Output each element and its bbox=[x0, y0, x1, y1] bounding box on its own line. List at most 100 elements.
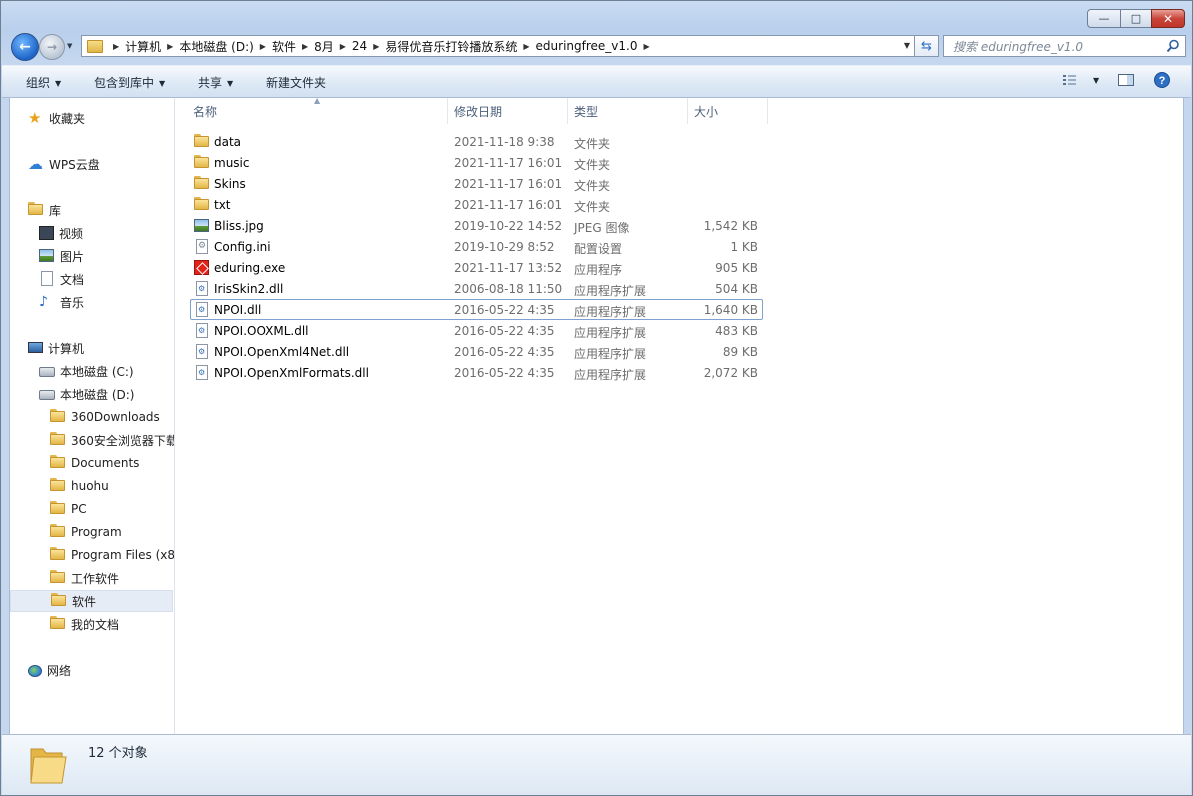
settings-file-icon bbox=[194, 239, 210, 255]
include-in-library-button[interactable]: 包含到库中 ▼ bbox=[94, 74, 165, 91]
new-folder-button[interactable]: 新建文件夹 bbox=[266, 74, 326, 91]
sidebar-item-label: Documents bbox=[71, 456, 140, 470]
forward-button[interactable]: → bbox=[39, 34, 65, 60]
minimize-button[interactable]: — bbox=[1087, 9, 1121, 28]
sidebar-item-videos[interactable]: 视频 bbox=[39, 222, 83, 244]
file-type: 应用程序扩展 bbox=[574, 347, 647, 361]
column-header-type[interactable]: 类型 bbox=[568, 98, 688, 124]
close-button[interactable]: ✕ bbox=[1151, 9, 1185, 28]
share-button[interactable]: 共享 ▼ bbox=[198, 74, 233, 91]
sidebar-item-drive-c[interactable]: 本地磁盘 (C:) bbox=[39, 360, 134, 382]
sidebar-item-folder[interactable]: Documents bbox=[50, 452, 139, 474]
sidebar-item-label: 360安全浏览器下载 bbox=[71, 433, 175, 448]
help-button[interactable]: ? bbox=[1154, 72, 1170, 91]
sidebar-item-label: 本地磁盘 (C:) bbox=[60, 364, 134, 379]
file-name: Config.ini bbox=[214, 240, 271, 254]
sidebar-item-drive-d[interactable]: 本地磁盘 (D:) bbox=[39, 383, 134, 405]
file-name: data bbox=[214, 135, 242, 149]
folder-icon bbox=[50, 455, 66, 471]
preview-pane-button[interactable] bbox=[1118, 73, 1134, 90]
command-bar: 组织 ▼ 包含到库中 ▼ 共享 ▼ 新建文件夹 ▼ ? bbox=[2, 65, 1191, 98]
chevron-right-icon[interactable]: ▶ bbox=[643, 42, 649, 51]
file-row[interactable]: Bliss.jpg 2019-10-22 14:52 JPEG 图像 1,542… bbox=[190, 215, 763, 236]
maximize-button[interactable]: □ bbox=[1120, 9, 1152, 28]
sidebar-item-label: Program bbox=[71, 525, 122, 539]
search-icon[interactable] bbox=[1166, 39, 1180, 53]
file-row[interactable]: eduring.exe 2021-11-17 13:52 应用程序 905 KB bbox=[190, 257, 763, 278]
file-name: NPOI.OpenXml4Net.dll bbox=[214, 345, 350, 359]
sidebar-item-folder[interactable]: PC bbox=[50, 498, 87, 520]
refresh-button[interactable]: ⇆ bbox=[915, 35, 939, 57]
breadcrumb-item[interactable]: 8月 bbox=[314, 38, 334, 55]
breadcrumb-item[interactable]: 24 bbox=[352, 39, 367, 53]
file-row[interactable]: ⚙ IrisSkin2.dll 2006-08-18 11:50 应用程序扩展 … bbox=[190, 278, 763, 299]
sidebar-item-folder[interactable]: Program Files (x86) bbox=[50, 544, 174, 566]
breadcrumb-item[interactable]: 易得优音乐打铃播放系统 bbox=[385, 38, 517, 55]
folder-icon bbox=[50, 501, 66, 517]
explorer-window: — □ ✕ ← → ▼ ▶ 计算机 ▶ 本地磁盘 (D:) ▶ 软件 ▶ 8月 … bbox=[0, 0, 1193, 796]
file-date: 2016-05-22 4:35 bbox=[454, 303, 555, 317]
sidebar-item-network[interactable]: 网络 bbox=[28, 659, 71, 681]
search-box[interactable]: 搜索 eduringfree_v1.0 bbox=[943, 35, 1186, 57]
sidebar-item-wps-cloud[interactable]: ☁ WPS云盘 bbox=[28, 153, 100, 175]
breadcrumb-item[interactable]: 软件 bbox=[272, 38, 296, 55]
sidebar-item-label: 工作软件 bbox=[71, 571, 120, 586]
sidebar-item-libraries[interactable]: 库 bbox=[28, 199, 61, 221]
dll-file-icon: ⚙ bbox=[194, 302, 210, 318]
file-row[interactable]: ⚙ NPOI.OOXML.dll 2016-05-22 4:35 应用程序扩展 … bbox=[190, 320, 763, 341]
file-row[interactable]: ⚙ NPOI.OpenXml4Net.dll 2016-05-22 4:35 应… bbox=[190, 341, 763, 362]
sidebar-item-folder[interactable]: 360安全浏览器下载 bbox=[50, 429, 175, 451]
sidebar-item-folder[interactable]: huohu bbox=[50, 475, 109, 497]
chevron-right-icon[interactable]: ▶ bbox=[113, 42, 119, 51]
file-date: 2021-11-17 16:01 bbox=[454, 198, 563, 212]
file-row[interactable]: Config.ini 2019-10-29 8:52 配置设置 1 KB bbox=[190, 236, 763, 257]
file-row[interactable]: music 2021-11-17 16:01 文件夹 bbox=[190, 152, 763, 173]
sidebar-item-music[interactable]: ♪ 音乐 bbox=[39, 291, 84, 313]
recent-pages-dropdown[interactable]: ▼ bbox=[67, 42, 72, 50]
organize-label: 组织 bbox=[26, 76, 51, 90]
chevron-right-icon[interactable]: ▶ bbox=[167, 42, 173, 51]
sidebar-item-folder[interactable]: 360Downloads bbox=[50, 406, 160, 428]
chevron-down-icon: ▼ bbox=[55, 79, 62, 88]
file-row[interactable]: ⚙ NPOI.OpenXmlFormats.dll 2016-05-22 4:3… bbox=[190, 362, 763, 383]
search-input[interactable]: 搜索 eduringfree_v1.0 bbox=[953, 38, 1083, 55]
breadcrumb-item[interactable]: 本地磁盘 (D:) bbox=[179, 38, 253, 55]
view-options-dropdown[interactable]: ▼ bbox=[1088, 73, 1099, 87]
sidebar-item-folder[interactable]: 我的文档 bbox=[50, 613, 119, 635]
sidebar-item-pictures[interactable]: 图片 bbox=[39, 245, 84, 267]
address-history-dropdown[interactable]: ▼ bbox=[904, 41, 910, 50]
file-row[interactable]: txt 2021-11-17 16:01 文件夹 bbox=[190, 194, 763, 215]
file-size: 905 KB bbox=[715, 261, 758, 275]
breadcrumb-item[interactable]: eduringfree_v1.0 bbox=[536, 39, 638, 53]
sidebar-item-selected-folder[interactable]: 软件 bbox=[10, 590, 173, 612]
column-header-name[interactable]: 名称 bbox=[192, 98, 448, 124]
change-view-button[interactable] bbox=[1062, 73, 1078, 90]
chevron-right-icon[interactable]: ▶ bbox=[523, 42, 529, 51]
sidebar-item-folder[interactable]: 工作软件 bbox=[50, 567, 119, 589]
sidebar-item-folder[interactable]: Program bbox=[50, 521, 122, 543]
sidebar-item-computer[interactable]: 计算机 bbox=[28, 337, 84, 359]
chevron-right-icon[interactable]: ▶ bbox=[260, 42, 266, 51]
sidebar-item-documents[interactable]: 文档 bbox=[39, 268, 84, 290]
organize-button[interactable]: 组织 ▼ bbox=[26, 74, 61, 91]
file-row-focused[interactable]: ⚙ NPOI.dll 2016-05-22 4:35 应用程序扩展 1,640 … bbox=[190, 299, 763, 320]
file-row[interactable]: Skins 2021-11-17 16:01 文件夹 bbox=[190, 173, 763, 194]
application-icon bbox=[194, 260, 210, 276]
sidebar-item-favorites[interactable]: ★ 收藏夹 bbox=[28, 107, 85, 129]
column-header-label: 名称 bbox=[193, 104, 218, 119]
back-button[interactable]: ← bbox=[11, 33, 39, 61]
file-row[interactable]: data 2021-11-18 9:38 文件夹 bbox=[190, 131, 763, 152]
address-bar[interactable]: ▶ 计算机 ▶ 本地磁盘 (D:) ▶ 软件 ▶ 8月 ▶ 24 ▶ 易得优音乐… bbox=[81, 35, 915, 57]
chevron-right-icon[interactable]: ▶ bbox=[340, 42, 346, 51]
file-type: 文件夹 bbox=[574, 137, 611, 151]
chevron-right-icon[interactable]: ▶ bbox=[373, 42, 379, 51]
file-name: IrisSkin2.dll bbox=[214, 282, 284, 296]
chevron-right-icon[interactable]: ▶ bbox=[302, 42, 308, 51]
column-header-size[interactable]: 大小 bbox=[688, 98, 768, 124]
file-name: NPOI.dll bbox=[214, 303, 262, 317]
video-icon bbox=[39, 226, 54, 240]
sidebar-item-label: 音乐 bbox=[60, 295, 85, 310]
breadcrumb-item[interactable]: 计算机 bbox=[125, 38, 161, 55]
dll-file-icon: ⚙ bbox=[194, 344, 210, 360]
column-header-date[interactable]: 修改日期 bbox=[448, 98, 568, 124]
